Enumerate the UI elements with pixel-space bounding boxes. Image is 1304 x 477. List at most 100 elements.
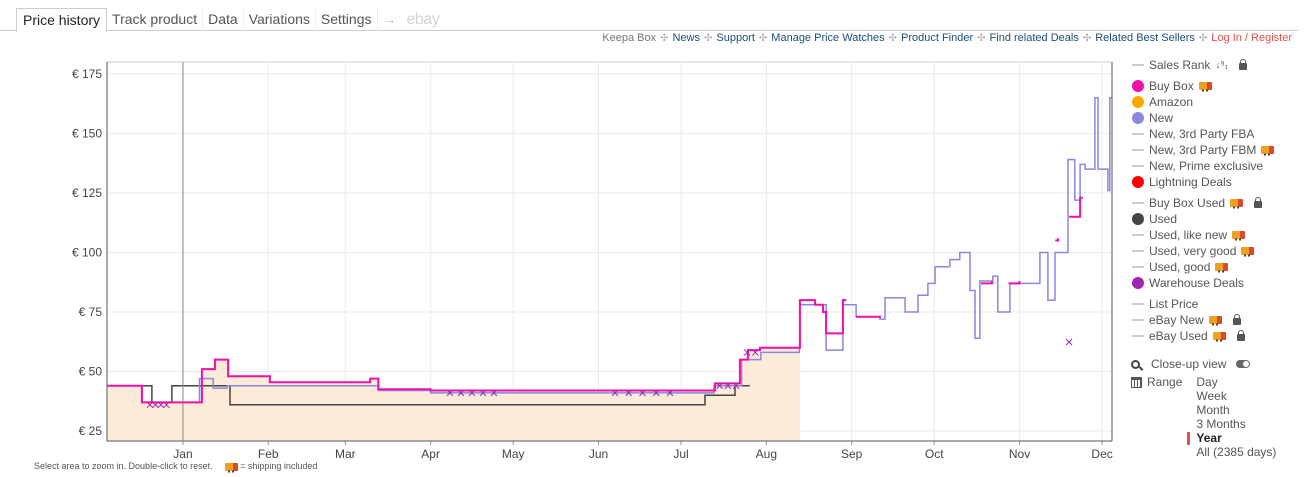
truck-icon [1215, 263, 1229, 273]
legend-label: Amazon [1149, 95, 1194, 109]
series-dot-icon [1132, 213, 1144, 225]
legend-item[interactable]: Amazon [1132, 94, 1274, 110]
legend-item[interactable]: Buy Box [1132, 78, 1274, 94]
range-option[interactable]: Day [1196, 375, 1276, 389]
closeup-view-toggle[interactable]: Close-up view [1131, 356, 1276, 372]
x-tick-label: Feb [258, 447, 279, 461]
x-tick-label: Mar [335, 447, 356, 461]
legend-item[interactable]: Used, like new [1132, 227, 1274, 243]
chart-hint: Select area to zoom in. Double-click to … [34, 461, 318, 473]
truck-icon [1198, 82, 1212, 92]
series-dash-icon [1132, 319, 1144, 321]
range-option[interactable]: 3 Months [1196, 417, 1276, 431]
legend-item[interactable]: Used, very good [1132, 243, 1274, 259]
series-dash-icon [1132, 335, 1144, 337]
lock-icon [1236, 329, 1245, 341]
y-tick-label: € 125 [72, 186, 102, 200]
truck-icon [1230, 199, 1244, 209]
legend-label: New, 3rd Party FBM [1149, 143, 1257, 157]
x-tick-label: Apr [421, 447, 440, 461]
y-tick-label: € 75 [79, 305, 103, 319]
legend-label: Warehouse Deals [1149, 276, 1244, 290]
range-option[interactable]: Year [1187, 431, 1276, 445]
chart-legend: Sales Rank ↓⁹₁ Buy Box Amazon New New, 3rd Pa… [1132, 57, 1275, 344]
series-dot-icon [1132, 80, 1144, 92]
calendar-icon [1131, 377, 1142, 389]
truck-icon [1261, 146, 1275, 156]
x-tick-label: Nov [1009, 447, 1030, 461]
x-tick-label: Jun [589, 447, 608, 461]
y-tick-label: € 50 [79, 364, 103, 378]
legend-label: Sales Rank [1149, 58, 1211, 72]
legend-label: eBay New [1149, 313, 1204, 327]
legend-label: Used, like new [1149, 228, 1228, 242]
legend-label: New, Prime exclusive [1149, 159, 1264, 173]
lock-icon [1254, 196, 1263, 208]
truck-icon [1208, 316, 1222, 326]
legend-item[interactable]: eBay Used [1132, 328, 1274, 344]
lock-icon [1239, 58, 1248, 70]
x-tick-label: May [502, 447, 525, 461]
legend-label: Used [1149, 212, 1178, 226]
series-dot-icon [1132, 277, 1144, 289]
truck-icon [1232, 231, 1246, 241]
closeup-view-label: Close-up view [1151, 357, 1227, 371]
range-option[interactable]: Week [1196, 389, 1276, 403]
legend-item[interactable]: Used [1132, 211, 1274, 227]
series-dash-icon [1132, 133, 1144, 135]
legend-item[interactable]: eBay New [1132, 312, 1274, 328]
range-selector: Range Day Week Month 3 Months Year All (2385 … [1131, 375, 1276, 459]
x-tick-label: Aug [756, 447, 777, 461]
series-dash-icon [1132, 64, 1144, 66]
legend-label: List Price [1149, 297, 1199, 311]
legend-item[interactable]: New, 3rd Party FBA [1132, 126, 1274, 142]
legend-item[interactable]: New, 3rd Party FBM [1132, 142, 1275, 158]
series-dot-icon [1132, 176, 1144, 188]
x-tick-label: Jul [673, 447, 688, 461]
toggle-icon[interactable] [1236, 360, 1251, 368]
series-dash-icon [1132, 165, 1144, 167]
series-dash-icon [1132, 149, 1144, 151]
legend-label: Buy Box Used [1149, 196, 1226, 210]
zoom-hint: Select area to zoom in. Double-click to … [34, 461, 213, 471]
x-tick-label: Oct [925, 447, 944, 461]
separator-icon: ✣ [1198, 32, 1208, 44]
x-tick-label: Dec [1091, 447, 1112, 461]
lock-icon [1232, 313, 1241, 325]
legend-item[interactable]: List Price [1132, 296, 1274, 312]
legend-item[interactable]: Sales Rank ↓⁹₁ [1132, 57, 1274, 73]
x-tick-label: Sep [841, 447, 863, 461]
legend-item[interactable]: New [1132, 110, 1274, 126]
sort-icon[interactable]: ↓⁹₁ [1215, 60, 1228, 71]
search-icon [1131, 359, 1140, 369]
price-history-chart[interactable]: € 25 € 50 € 75 € 100 € 125 € 150 € 175 Jan Feb Ma… [0, 0, 1130, 477]
series-dash-icon [1132, 266, 1144, 268]
legend-label: Used, very good [1149, 244, 1237, 258]
legend-item[interactable]: New, Prime exclusive [1132, 158, 1274, 174]
legend-item[interactable]: Warehouse Deals [1132, 275, 1274, 291]
login-register-link[interactable]: Log In / Register [1211, 32, 1292, 44]
legend-label: eBay Used [1149, 329, 1208, 343]
truck-icon [1212, 332, 1226, 342]
legend-label: Used, good [1149, 260, 1211, 274]
legend-label: Lightning Deals [1149, 175, 1232, 189]
range-label: Range [1147, 375, 1183, 389]
series-dash-icon [1132, 234, 1144, 236]
y-tick-label: € 150 [72, 126, 102, 140]
series-dash-icon [1132, 303, 1144, 305]
chart-tools: Close-up view Range Day Week Month 3 Months… [1131, 356, 1276, 459]
range-option[interactable]: All (2385 days) [1196, 445, 1276, 459]
legend-item[interactable]: Lightning Deals [1132, 174, 1274, 190]
y-tick-label: € 175 [72, 67, 102, 81]
series-dash-icon [1132, 202, 1144, 204]
range-option[interactable]: Month [1196, 403, 1276, 417]
legend-item[interactable]: Buy Box Used [1132, 195, 1274, 211]
legend-label: New [1149, 111, 1174, 125]
x-tick-label: Jan [173, 447, 192, 461]
legend-label: Buy Box [1149, 79, 1194, 93]
legend-item[interactable]: Used, good [1132, 259, 1274, 275]
series-dot-icon [1132, 112, 1144, 124]
y-tick-label: € 100 [72, 245, 102, 259]
shipping-hint: = shipping included [240, 461, 318, 471]
truck-icon [224, 462, 238, 473]
